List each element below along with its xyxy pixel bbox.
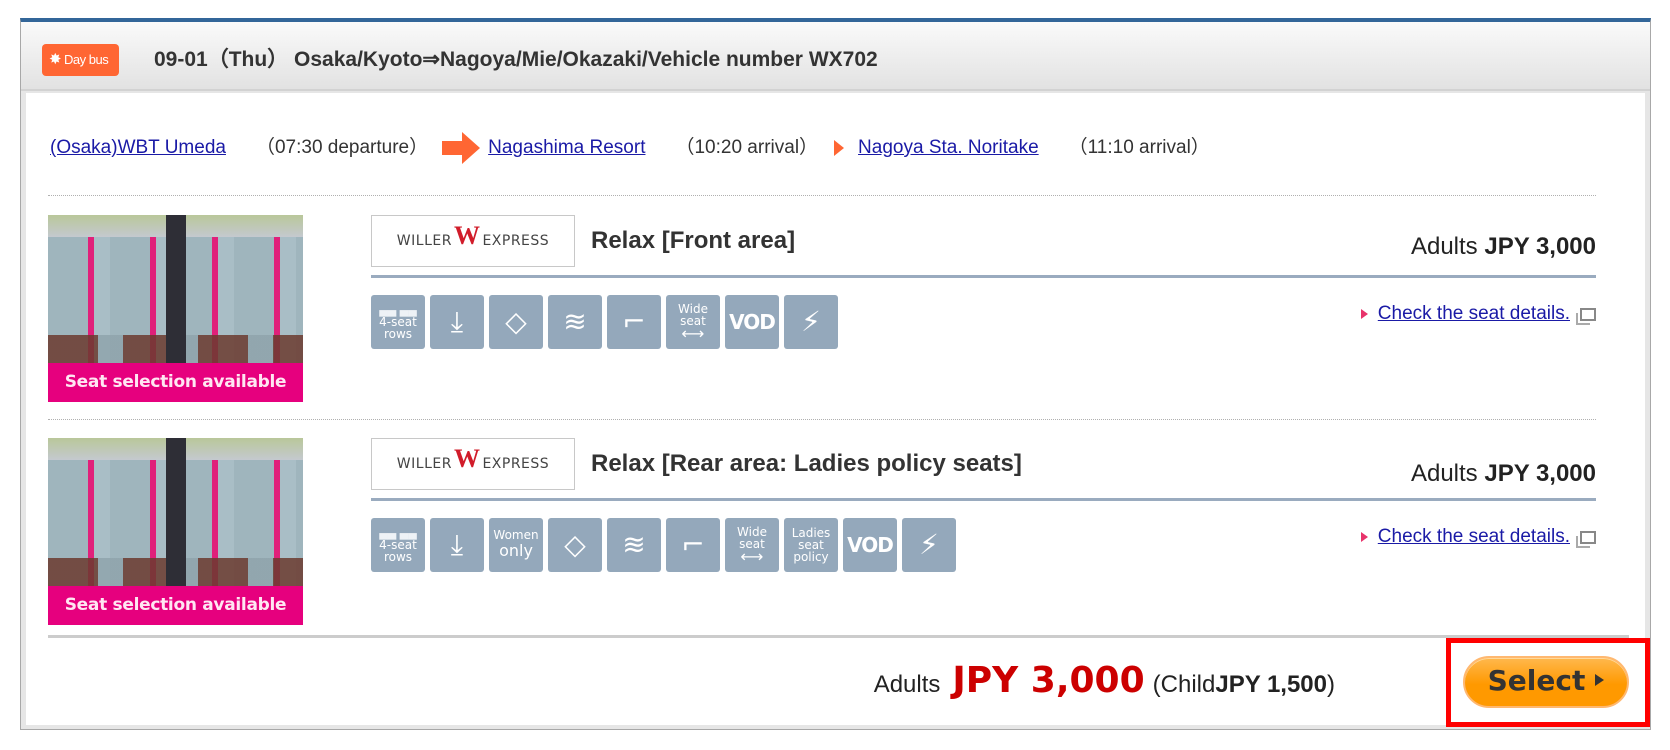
- plan-row: Seat selection available WILLER W EXPRES…: [48, 438, 1596, 628]
- divider: [48, 419, 1596, 420]
- four-seat-rows-icon: ▄▄ ▄▄ 4-seat rows: [371, 295, 425, 349]
- wifi-icon: ≋: [607, 518, 661, 572]
- feature-icons: ▄▄ ▄▄ 4-seat rows ⤓ Women only ◇ ≋ ⌐ Wide se…: [371, 518, 956, 572]
- play-triangle-icon: [1595, 674, 1605, 686]
- feature-icons: ▄▄ ▄▄ 4-seat rows ⤓ ◇ ≋ ⌐ Wide seat ⟷ VOD ⚡: [371, 295, 838, 349]
- plan-price: Adults JPY 3,000: [1411, 460, 1596, 488]
- trip-header: ✸ Day bus 09-01（Thu） Osaka/Kyoto⇒Nagoya/M…: [21, 22, 1650, 91]
- logo-text-right: EXPRESS: [482, 456, 550, 472]
- plan-divider: [371, 498, 1596, 501]
- seat-photo[interactable]: Seat selection available: [48, 438, 303, 625]
- price-label: Adults: [1410, 233, 1478, 260]
- logo-text-right: EXPRESS: [482, 233, 550, 249]
- vod-icon: VOD: [725, 295, 779, 349]
- seat-details-link[interactable]: Check the seat details.: [1360, 303, 1596, 325]
- arrow-small-icon: [834, 140, 845, 156]
- blanket-icon: ◇: [489, 295, 543, 349]
- logo-text-left: WILLER: [396, 456, 452, 472]
- price-value: JPY 3,000: [1484, 460, 1596, 487]
- women-only-icon: Women only: [489, 518, 543, 572]
- sun-icon: ✸: [48, 51, 62, 68]
- trip-title: 09-01（Thu） Osaka/Kyoto⇒Nagoya/Mie/Okazak…: [154, 48, 878, 71]
- stop-link-nagashima[interactable]: Nagashima Resort: [488, 133, 645, 163]
- bullet-triangle-icon: [1360, 532, 1368, 542]
- vod-icon: VOD: [843, 518, 897, 572]
- price-label: Adults: [1410, 460, 1478, 487]
- child-price: JPY 1,500: [1215, 671, 1327, 698]
- seat-selection-caption: Seat selection available: [48, 586, 303, 625]
- bus-result-panel: ✸ Day bus 09-01（Thu） Osaka/Kyoto⇒Nagoya/M…: [20, 18, 1651, 730]
- select-label: Select: [1487, 664, 1586, 697]
- leg-rest-icon: ⌐: [666, 518, 720, 572]
- plan-title: Relax [Front area]: [591, 227, 796, 254]
- plan-divider: [371, 275, 1596, 278]
- trip-body: (Osaka)WBT Umeda （07:30 departure） Nagas…: [26, 93, 1650, 727]
- stop-link-nagoya[interactable]: Nagoya Sta. Noritake: [858, 133, 1039, 163]
- stop-link-origin[interactable]: (Osaka)WBT Umeda: [50, 133, 226, 163]
- day-bus-badge: ✸ Day bus: [42, 44, 119, 76]
- willer-express-logo: WILLER W EXPRESS: [371, 215, 575, 267]
- plan-price: Adults JPY 3,000: [1411, 233, 1596, 261]
- power-outlet-icon: ⚡: [784, 295, 838, 349]
- reclining-seat-icon: ⤓: [430, 518, 484, 572]
- footer-divider: [48, 635, 1629, 638]
- wide-seat-icon: Wide seat ⟷: [666, 295, 720, 349]
- ladies-seat-policy-icon: Ladies seat policy: [784, 518, 838, 572]
- route-timeline: (Osaka)WBT Umeda （07:30 departure） Nagas…: [50, 132, 1210, 164]
- seat-details-anchor[interactable]: Check the seat details.: [1378, 526, 1570, 548]
- willer-express-logo: WILLER W EXPRESS: [371, 438, 575, 490]
- plan-row: Seat selection available WILLER W EXPRES…: [48, 215, 1596, 405]
- adults-label: Adults: [873, 671, 941, 698]
- child-open: (Child: [1152, 671, 1216, 698]
- stop-time-nagoya: （11:10 arrival）: [1068, 137, 1210, 158]
- new-window-icon: [1576, 530, 1596, 548]
- wide-seat-icon: Wide seat ⟷: [725, 518, 779, 572]
- logo-mark: W: [453, 221, 481, 250]
- wifi-icon: ≋: [548, 295, 602, 349]
- power-outlet-icon: ⚡: [902, 518, 956, 572]
- child-close: ): [1327, 671, 1335, 698]
- logo-mark: W: [453, 444, 481, 473]
- seat-selection-caption: Seat selection available: [48, 363, 303, 402]
- seat-details-anchor[interactable]: Check the seat details.: [1378, 303, 1570, 325]
- seat-photo[interactable]: Seat selection available: [48, 215, 303, 402]
- logo-text-left: WILLER: [396, 233, 452, 249]
- stop-time-origin: （07:30 departure）: [255, 137, 429, 158]
- stop-time-nagashima: （10:20 arrival）: [675, 137, 819, 158]
- leg-rest-icon: ⌐: [607, 295, 661, 349]
- bullet-triangle-icon: [1360, 309, 1368, 319]
- plan-title: Relax [Rear area: Ladies policy seats]: [591, 450, 1022, 477]
- select-button[interactable]: Select: [1463, 656, 1629, 708]
- arrow-right-icon: [442, 132, 482, 164]
- divider: [48, 195, 1596, 196]
- total-price: Adults JPY 3,000 (Child JPY 1,500 ): [874, 660, 1335, 701]
- blanket-icon: ◇: [548, 518, 602, 572]
- seat-details-link[interactable]: Check the seat details.: [1360, 526, 1596, 548]
- adults-price: JPY 3,000: [952, 660, 1145, 701]
- reclining-seat-icon: ⤓: [430, 295, 484, 349]
- badge-label: Day bus: [64, 52, 109, 67]
- four-seat-rows-icon: ▄▄ ▄▄ 4-seat rows: [371, 518, 425, 572]
- price-value: JPY 3,000: [1484, 233, 1596, 260]
- new-window-icon: [1576, 307, 1596, 325]
